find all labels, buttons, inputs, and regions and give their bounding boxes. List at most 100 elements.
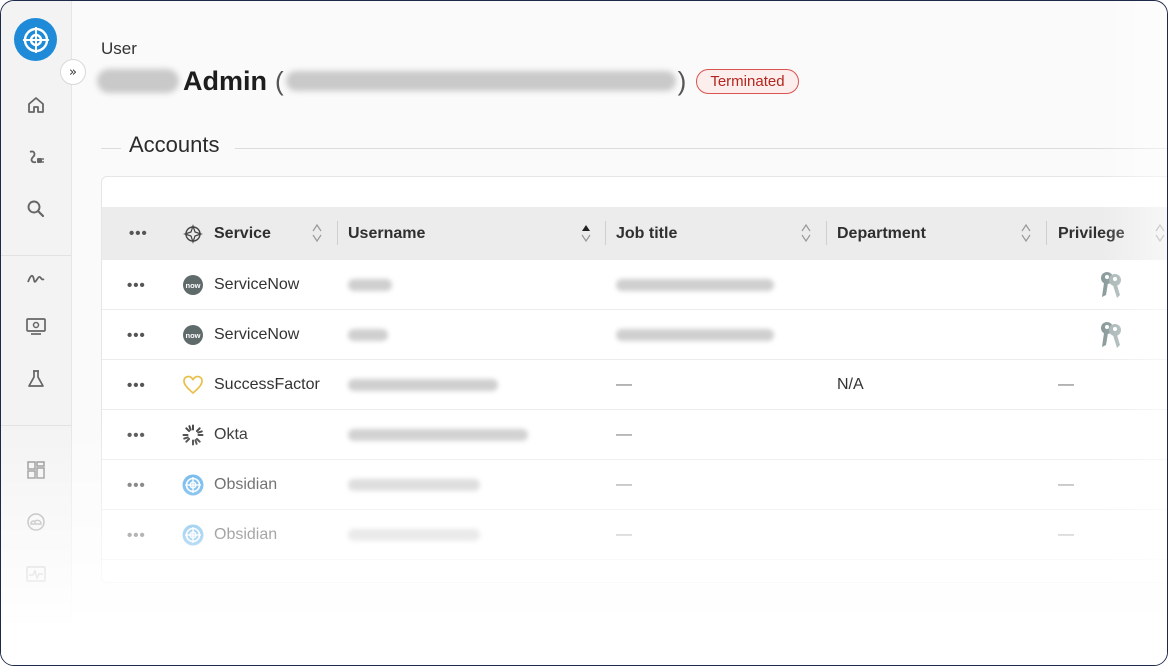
- keys-icon: [1101, 322, 1121, 348]
- sidebar: [1, 1, 72, 665]
- monitor-icon[interactable]: [23, 313, 49, 339]
- sort-icon[interactable]: [311, 222, 323, 244]
- header-menu-icon[interactable]: •••: [129, 207, 148, 260]
- redacted-username: [348, 529, 480, 541]
- redacted-first-name: [97, 69, 179, 93]
- service-cell: now ServiceNow: [182, 260, 299, 310]
- activity-icon[interactable]: [23, 266, 49, 292]
- service-name: SuccessFactor: [214, 376, 320, 393]
- username-cell: [348, 310, 388, 360]
- service-cell: now ServiceNow: [182, 310, 299, 360]
- section-title: Accounts: [129, 132, 220, 157]
- paren-open: (: [275, 65, 284, 96]
- department-cell: N/A: [837, 376, 864, 393]
- successfactor-heart-icon: [182, 374, 204, 396]
- column-department[interactable]: Department: [837, 207, 926, 260]
- privilege-cell: —: [1058, 476, 1074, 493]
- column-divider: [1046, 221, 1047, 245]
- sort-icon[interactable]: [1154, 222, 1166, 244]
- table-header: ••• Service Username Job title Departmen…: [102, 207, 1167, 260]
- obsidian-icon: [182, 524, 204, 546]
- row-menu-icon[interactable]: •••: [127, 310, 146, 360]
- redacted-job-title: [616, 279, 774, 291]
- privilege-cell: —: [1058, 376, 1074, 393]
- obsidian-logo-icon[interactable]: [14, 18, 57, 61]
- accounts-table: ••• Service Username Job title Departmen…: [101, 176, 1167, 583]
- svg-text:now: now: [186, 331, 201, 340]
- dashboard-icon[interactable]: [23, 457, 49, 483]
- cloud-icon[interactable]: [23, 509, 49, 535]
- pulse-icon[interactable]: [23, 561, 49, 587]
- job-title-cell: —: [616, 426, 632, 443]
- job-title-cell: —: [616, 376, 632, 393]
- username-cell: [348, 260, 392, 310]
- privilege-cell: [1098, 260, 1124, 310]
- table-row[interactable]: ••• Obsidian — —: [102, 510, 1167, 560]
- column-service[interactable]: Service: [182, 207, 271, 260]
- home-icon[interactable]: [23, 92, 49, 118]
- service-name: Obsidian: [214, 526, 278, 543]
- status-badge: Terminated: [696, 68, 799, 94]
- service-cell: SuccessFactor: [182, 360, 320, 410]
- search-icon[interactable]: [23, 196, 49, 222]
- column-divider: [826, 221, 827, 245]
- username-cell: [348, 410, 528, 460]
- obsidian-icon: [182, 474, 204, 496]
- username-cell: [348, 360, 498, 410]
- row-menu-icon[interactable]: •••: [127, 260, 146, 310]
- privilege-cell: [1098, 310, 1124, 360]
- username-cell: [348, 460, 480, 510]
- service-cell: Obsidian: [182, 510, 277, 560]
- service-name: Okta: [214, 426, 248, 443]
- column-divider: [605, 221, 606, 245]
- paren-close: ): [677, 65, 687, 96]
- section-divider: [235, 148, 1167, 149]
- table-row[interactable]: ••• Okta —: [102, 410, 1167, 460]
- service-cell: Obsidian: [182, 460, 277, 510]
- redacted-username: [348, 379, 498, 391]
- breadcrumb: User: [101, 39, 137, 58]
- row-menu-icon[interactable]: •••: [127, 360, 146, 410]
- row-menu-icon[interactable]: •••: [127, 460, 146, 510]
- sort-icon[interactable]: [1020, 222, 1032, 244]
- sort-ascending-icon[interactable]: [580, 222, 592, 244]
- lab-flask-icon[interactable]: [23, 366, 49, 392]
- job-title-cell: —: [616, 526, 632, 543]
- privilege-cell: —: [1058, 526, 1074, 543]
- table-row[interactable]: ••• now ServiceNow: [102, 310, 1167, 360]
- integrations-icon[interactable]: [23, 144, 49, 170]
- expand-sidebar-button[interactable]: »: [60, 59, 86, 85]
- username-cell: [348, 510, 480, 560]
- sidebar-divider: [1, 425, 71, 426]
- service-column-icon: [182, 223, 204, 245]
- page-title: Admin ( ) Terminated: [97, 63, 799, 99]
- servicenow-icon: now: [182, 324, 204, 346]
- keys-icon: [1101, 272, 1121, 298]
- column-privilege[interactable]: Privilege: [1058, 207, 1125, 260]
- service-name: Obsidian: [214, 476, 278, 493]
- service-name: ServiceNow: [214, 276, 300, 293]
- redacted-email: [285, 71, 676, 91]
- column-label: Service: [214, 224, 271, 242]
- service-name: ServiceNow: [214, 326, 300, 343]
- redacted-username: [348, 329, 388, 341]
- servicenow-icon: now: [182, 274, 204, 296]
- section-divider: [101, 148, 121, 149]
- column-username[interactable]: Username: [348, 207, 425, 260]
- table-row[interactable]: ••• now ServiceNow: [102, 260, 1167, 310]
- row-menu-icon[interactable]: •••: [127, 410, 146, 460]
- table-row[interactable]: ••• Obsidian — —: [102, 460, 1167, 510]
- sidebar-divider: [1, 255, 71, 256]
- redacted-username: [348, 479, 480, 491]
- redacted-username: [348, 279, 392, 291]
- okta-sunburst-icon: [182, 424, 204, 446]
- row-menu-icon[interactable]: •••: [127, 510, 146, 560]
- column-job-title[interactable]: Job title: [616, 207, 677, 260]
- svg-text:now: now: [186, 281, 201, 290]
- table-row[interactable]: ••• SuccessFactor — N/A —: [102, 360, 1167, 410]
- job-title-cell: —: [616, 476, 632, 493]
- column-divider: [337, 221, 338, 245]
- job-title-cell: [616, 260, 774, 310]
- service-cell: Okta: [182, 410, 248, 460]
- sort-icon[interactable]: [800, 222, 812, 244]
